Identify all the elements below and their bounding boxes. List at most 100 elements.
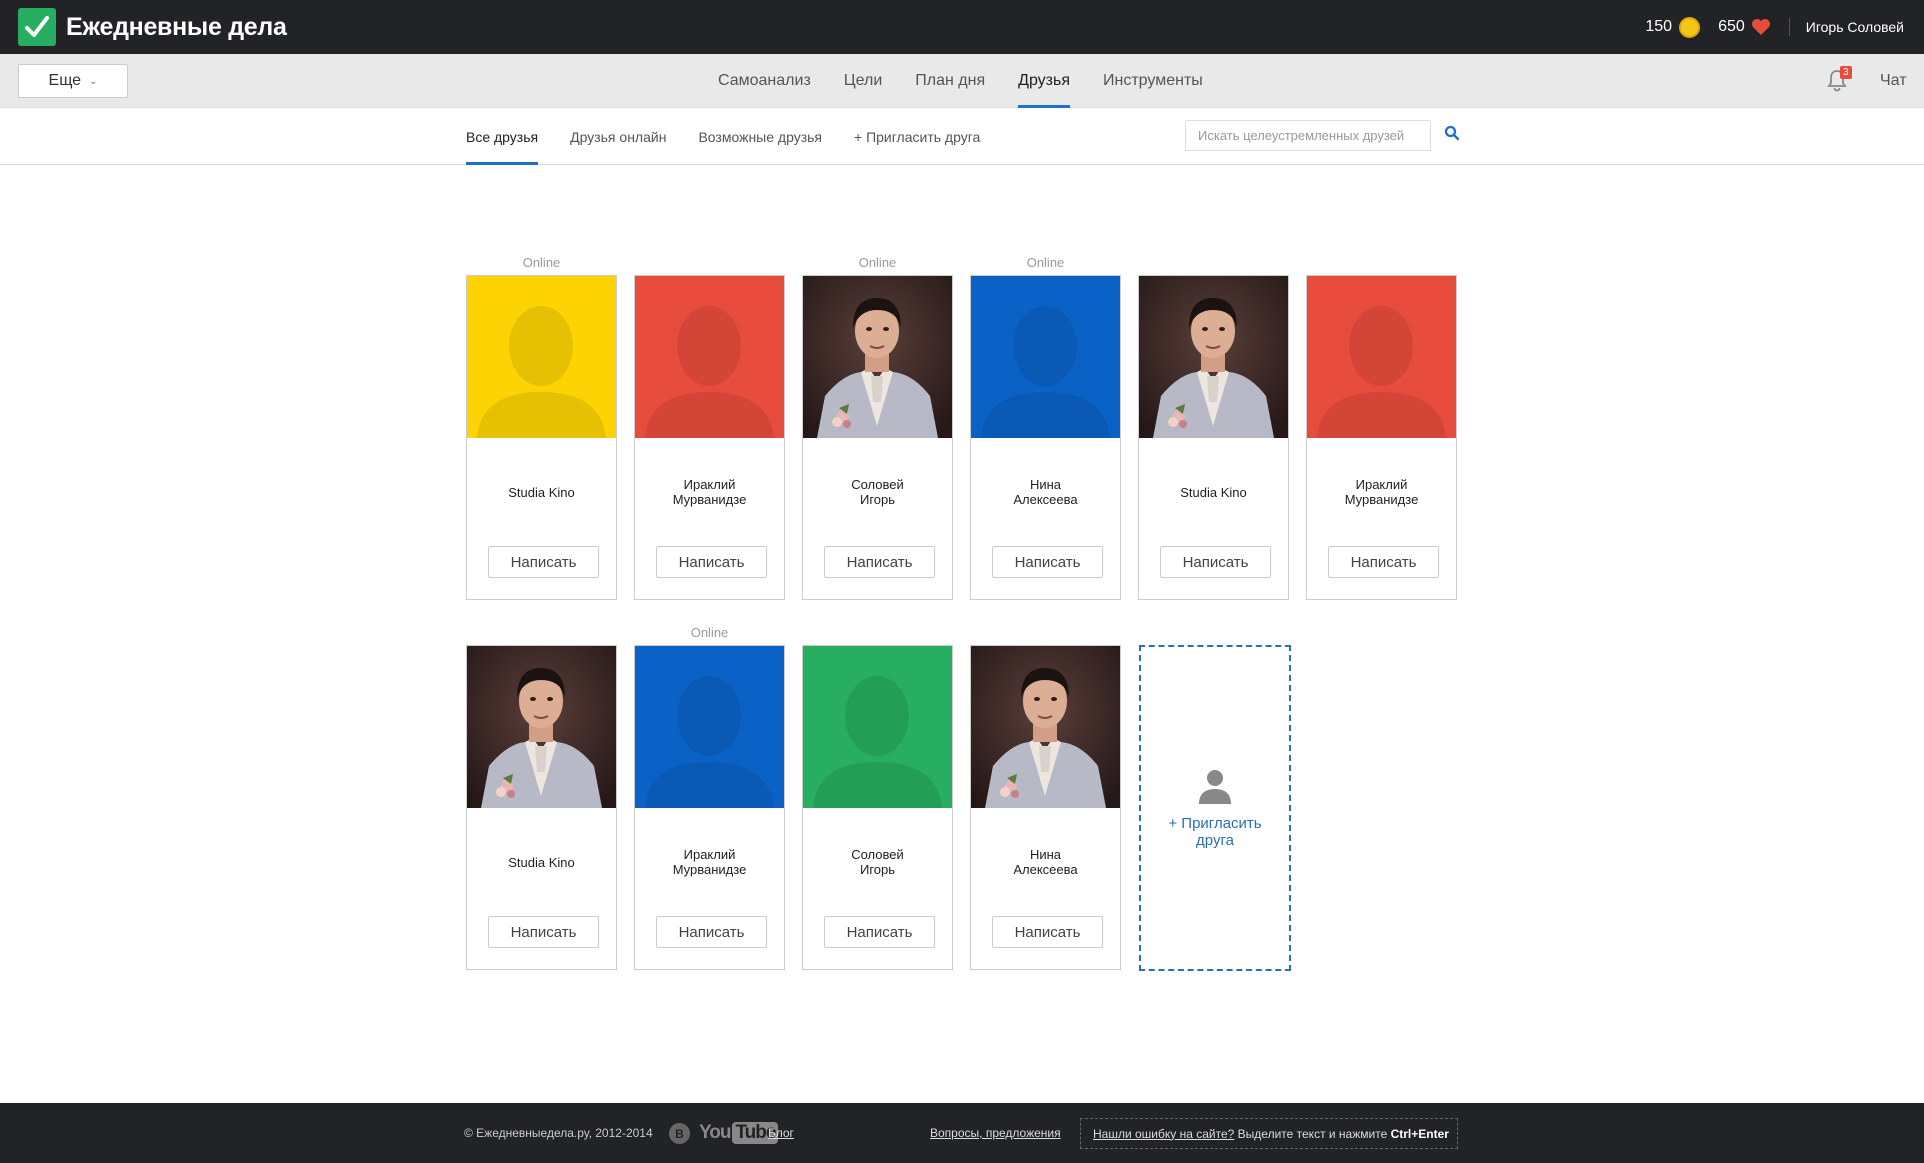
- friend-card: Studia Kino Написать: [1138, 275, 1289, 600]
- write-message-button[interactable]: Написать: [488, 546, 599, 578]
- main-nav: Самоанализ Цели План дня Друзья Инструме…: [718, 54, 1236, 108]
- friend-card: Studia Kino Написать: [466, 645, 617, 970]
- logo[interactable]: Ежедневные дела: [18, 8, 287, 46]
- user-silhouette-icon: [1317, 306, 1446, 438]
- write-message-button[interactable]: Написать: [656, 546, 767, 578]
- checkmark-icon: [18, 8, 56, 46]
- copyright: © Ежедневныедела.ру, 2012-2014: [464, 1126, 653, 1140]
- tab-all-friends[interactable]: Все друзья: [466, 108, 539, 165]
- friend-name[interactable]: Studia Kino: [1139, 438, 1288, 546]
- more-label: Еще: [48, 72, 82, 89]
- write-message-button[interactable]: Написать: [824, 546, 935, 578]
- youtube-label: You: [699, 1122, 732, 1143]
- write-message-button[interactable]: Написать: [992, 916, 1103, 948]
- main-navbar: Еще ⌄ Самоанализ Цели План дня Друзья Ин…: [0, 54, 1924, 108]
- friend-card: Соловей Игорь Написать: [802, 645, 953, 970]
- avatar[interactable]: [803, 276, 952, 438]
- write-message-button[interactable]: Написать: [824, 916, 935, 948]
- vk-icon[interactable]: В: [669, 1123, 690, 1144]
- hearts-counter[interactable]: 650: [1718, 18, 1771, 36]
- footer: © Ежедневныедела.ру, 2012-2014 В You Tube…: [0, 1103, 1924, 1163]
- coin-icon: [1679, 16, 1701, 38]
- friend-card: Ираклий Мурванидзе Написать: [634, 275, 785, 600]
- nav-item-goals[interactable]: Цели: [844, 54, 882, 108]
- friends-search-input[interactable]: [1185, 120, 1431, 151]
- avatar[interactable]: [803, 646, 952, 808]
- heart-icon: [1751, 19, 1770, 35]
- user-name[interactable]: Игорь Соловей: [1806, 19, 1904, 35]
- nav-item-tools[interactable]: Инструменты: [1103, 54, 1203, 108]
- user-add-icon: [1199, 770, 1231, 804]
- friend-name[interactable]: Ираклий Мурванидзе: [635, 808, 784, 916]
- write-message-button[interactable]: Написать: [1328, 546, 1439, 578]
- friend-name[interactable]: Studia Kino: [467, 438, 616, 546]
- friend-card: Ираклий Мурванидзе Написать: [1306, 275, 1457, 600]
- avatar[interactable]: [635, 646, 784, 808]
- online-status: Online: [690, 625, 729, 640]
- youtube-icon[interactable]: You Tube: [699, 1121, 779, 1145]
- friend-name[interactable]: Ираклий Мурванидзе: [1307, 438, 1456, 546]
- blog-link[interactable]: Блог: [768, 1103, 794, 1163]
- friend-name[interactable]: Соловей Игорь: [803, 808, 952, 916]
- coins-value: 150: [1645, 18, 1673, 35]
- avatar[interactable]: [1139, 276, 1288, 438]
- write-message-button[interactable]: Написать: [992, 546, 1103, 578]
- notifications-badge: 3: [1840, 66, 1852, 79]
- online-status: Online: [858, 255, 897, 270]
- notifications-button[interactable]: 3: [1826, 66, 1852, 94]
- nav-item-self-analysis[interactable]: Самоанализ: [718, 54, 811, 108]
- invite-friend-label: + Пригласить друга: [1168, 815, 1262, 849]
- coins-counter[interactable]: 150: [1645, 16, 1701, 38]
- user-silhouette-icon: [813, 676, 942, 808]
- nav-item-day-plan[interactable]: План дня: [915, 54, 985, 108]
- write-message-button[interactable]: Написать: [656, 916, 767, 948]
- more-dropdown[interactable]: Еще ⌄: [18, 64, 128, 98]
- divider: [1788, 18, 1790, 36]
- tab-possible-friends[interactable]: Возможные друзья: [698, 108, 822, 165]
- app-title: Ежедневные дела: [66, 12, 287, 41]
- avatar[interactable]: [971, 276, 1120, 438]
- top-bar: Ежедневные дела 150 650 Игорь Соловей: [0, 0, 1924, 54]
- avatar[interactable]: [971, 646, 1120, 808]
- avatar[interactable]: [467, 646, 616, 808]
- friend-name[interactable]: Нина Алексеева: [971, 808, 1120, 916]
- page: Ежедневные дела 150 650 Игорь Соловей Ещ…: [0, 0, 1924, 1163]
- tab-invite-friend[interactable]: + Пригласить друга: [854, 108, 980, 165]
- tab-friends-online[interactable]: Друзья онлайн: [570, 108, 666, 165]
- friend-card: Studia Kino Написать: [466, 275, 617, 600]
- invite-friend-card[interactable]: + Пригласить друга: [1139, 645, 1291, 971]
- friends-subnav: Все друзья Друзья онлайн Возможные друзь…: [0, 108, 1924, 165]
- friend-card: Соловей Игорь Написать: [802, 275, 953, 600]
- friend-name[interactable]: Нина Алексеева: [971, 438, 1120, 546]
- friend-name[interactable]: Ираклий Мурванидзе: [635, 438, 784, 546]
- write-message-button[interactable]: Написать: [488, 916, 599, 948]
- bug-report-box: Нашли ошибку на сайте? Выделите текст и …: [1080, 1118, 1458, 1149]
- friend-card: Нина Алексеева Написать: [970, 275, 1121, 600]
- search-button[interactable]: [1444, 125, 1464, 145]
- user-silhouette-icon: [981, 306, 1110, 438]
- user-silhouette-icon: [477, 306, 606, 438]
- friend-card: Нина Алексеева Написать: [970, 645, 1121, 970]
- feedback-link[interactable]: Вопросы, предложения: [930, 1103, 1061, 1163]
- bug-report-link[interactable]: Нашли ошибку на сайте?: [1093, 1127, 1234, 1141]
- friend-card: Ираклий Мурванидзе Написать: [634, 645, 785, 970]
- user-silhouette-icon: [645, 306, 774, 438]
- chat-link[interactable]: Чат: [1880, 54, 1907, 108]
- nav-item-friends[interactable]: Друзья: [1018, 54, 1070, 108]
- avatar[interactable]: [467, 276, 616, 438]
- friend-name[interactable]: Соловей Игорь: [803, 438, 952, 546]
- avatar[interactable]: [635, 276, 784, 438]
- bug-report-keys: Ctrl+Enter: [1390, 1126, 1449, 1141]
- online-status: Online: [522, 255, 561, 270]
- search-icon: [1444, 125, 1460, 141]
- hearts-value: 650: [1718, 18, 1745, 35]
- online-status: Online: [1026, 255, 1065, 270]
- user-panel: 150 650 Игорь Соловей: [1645, 0, 1904, 54]
- avatar[interactable]: [1307, 276, 1456, 438]
- write-message-button[interactable]: Написать: [1160, 546, 1271, 578]
- bug-report-text: Выделите текст и нажмите: [1234, 1126, 1391, 1141]
- user-silhouette-icon: [645, 676, 774, 808]
- friend-name[interactable]: Studia Kino: [467, 808, 616, 916]
- friends-tabs: Все друзья Друзья онлайн Возможные друзь…: [466, 108, 1012, 165]
- chevron-down-icon: ⌄: [89, 75, 98, 87]
